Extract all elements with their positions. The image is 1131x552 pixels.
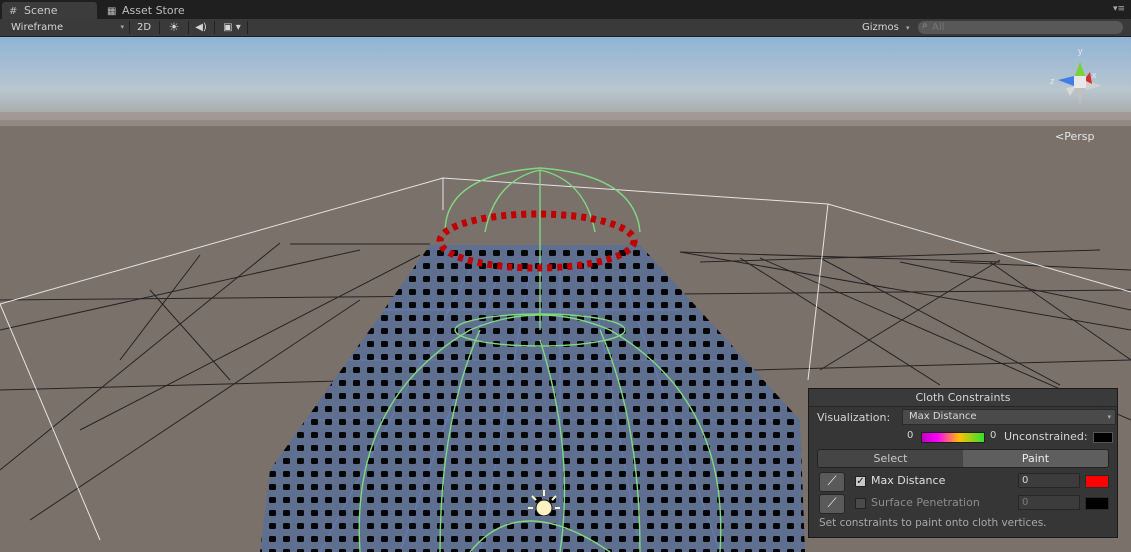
cart-icon: ▦: [107, 6, 117, 17]
hint-text: Set constraints to paint onto cloth vert…: [819, 517, 1047, 529]
search-input[interactable]: [932, 21, 1112, 34]
mode-toggle: Select Paint: [817, 449, 1109, 468]
tab-menu-icon[interactable]: ▾≡: [1113, 4, 1125, 14]
projection-icon: <: [1055, 130, 1065, 143]
unconstrained-label: Unconstrained:: [1004, 430, 1088, 443]
surface-penetration-color-swatch[interactable]: [1085, 497, 1109, 510]
light-sun-icon[interactable]: [527, 488, 563, 516]
visualization-value: Max Distance: [909, 411, 977, 422]
max-distance-value[interactable]: 0: [1018, 473, 1080, 488]
surface-penetration-label: Surface Penetration: [871, 496, 980, 509]
svg-text:z: z: [1050, 76, 1055, 86]
gizmos-label: Gizmos: [862, 22, 899, 33]
shading-mode-label: Wireframe: [11, 22, 64, 33]
tab-asset-store[interactable]: ▦ Asset Store: [100, 2, 212, 19]
projection-toggle[interactable]: <Persp: [1055, 130, 1094, 143]
speaker-icon[interactable]: ◀): [190, 19, 212, 36]
visualization-label: Visualization:: [817, 411, 891, 424]
toolbar-divider: [214, 21, 215, 34]
toolbar-divider: [188, 21, 189, 34]
max-distance-color-swatch[interactable]: [1085, 475, 1109, 488]
svg-text:x: x: [1092, 70, 1097, 80]
search-box[interactable]: ⌕: [918, 20, 1123, 34]
dropdown-arrow-icon: ▾: [1107, 413, 1111, 421]
brush-icon[interactable]: ⟋: [819, 494, 845, 514]
tab-scene-label: Scene: [24, 4, 58, 17]
panel-title: Cloth Constraints: [809, 389, 1117, 407]
scene-toolbar: Wireframe ▾ 2D ☀ ◀) ▣ ▾ Gizmos ▾ ⌕: [0, 19, 1131, 37]
surface-penetration-checkbox[interactable]: [855, 498, 866, 509]
gradient-min-label: 0: [907, 430, 914, 441]
sun-icon[interactable]: ☀: [162, 19, 186, 36]
editor-tab-bar: # Scene ▦ Asset Store ▾≡: [0, 0, 1131, 19]
gradient-max-label: 0: [990, 430, 997, 441]
svg-text:y: y: [1078, 46, 1083, 56]
image-icon[interactable]: ▣ ▾: [218, 19, 246, 36]
2d-toggle-button[interactable]: 2D: [130, 19, 158, 36]
projection-label: Persp: [1064, 130, 1095, 143]
dropdown-arrow-icon: ▾: [906, 24, 910, 32]
paint-mode-button[interactable]: Paint: [963, 450, 1108, 467]
visualization-dropdown[interactable]: Max Distance ▾: [902, 409, 1116, 425]
shading-mode-dropdown[interactable]: Wireframe ▾: [4, 19, 128, 36]
gradient-bar: [921, 432, 985, 443]
tab-asset-store-label: Asset Store: [122, 4, 185, 17]
cloth-constraints-panel: Cloth Constraints Visualization: Max Dis…: [808, 388, 1118, 538]
brush-icon[interactable]: ⟋: [819, 472, 845, 492]
surface-penetration-value[interactable]: 0: [1018, 495, 1080, 510]
max-distance-label: Max Distance: [871, 474, 946, 487]
toolbar-divider: [159, 21, 160, 34]
tab-scene[interactable]: # Scene: [2, 2, 97, 19]
max-distance-checkbox[interactable]: ✓: [855, 476, 866, 487]
toolbar-divider: [247, 21, 248, 34]
dropdown-arrow-icon: ▾: [120, 23, 124, 31]
gradient-legend: 0 0 Unconstrained:: [907, 430, 1117, 443]
select-mode-button[interactable]: Select: [818, 450, 963, 467]
gizmos-dropdown[interactable]: Gizmos ▾: [856, 19, 912, 36]
unconstrained-color-swatch[interactable]: [1093, 432, 1113, 443]
grid-icon: #: [9, 6, 18, 17]
search-icon: ⌕: [922, 20, 928, 31]
